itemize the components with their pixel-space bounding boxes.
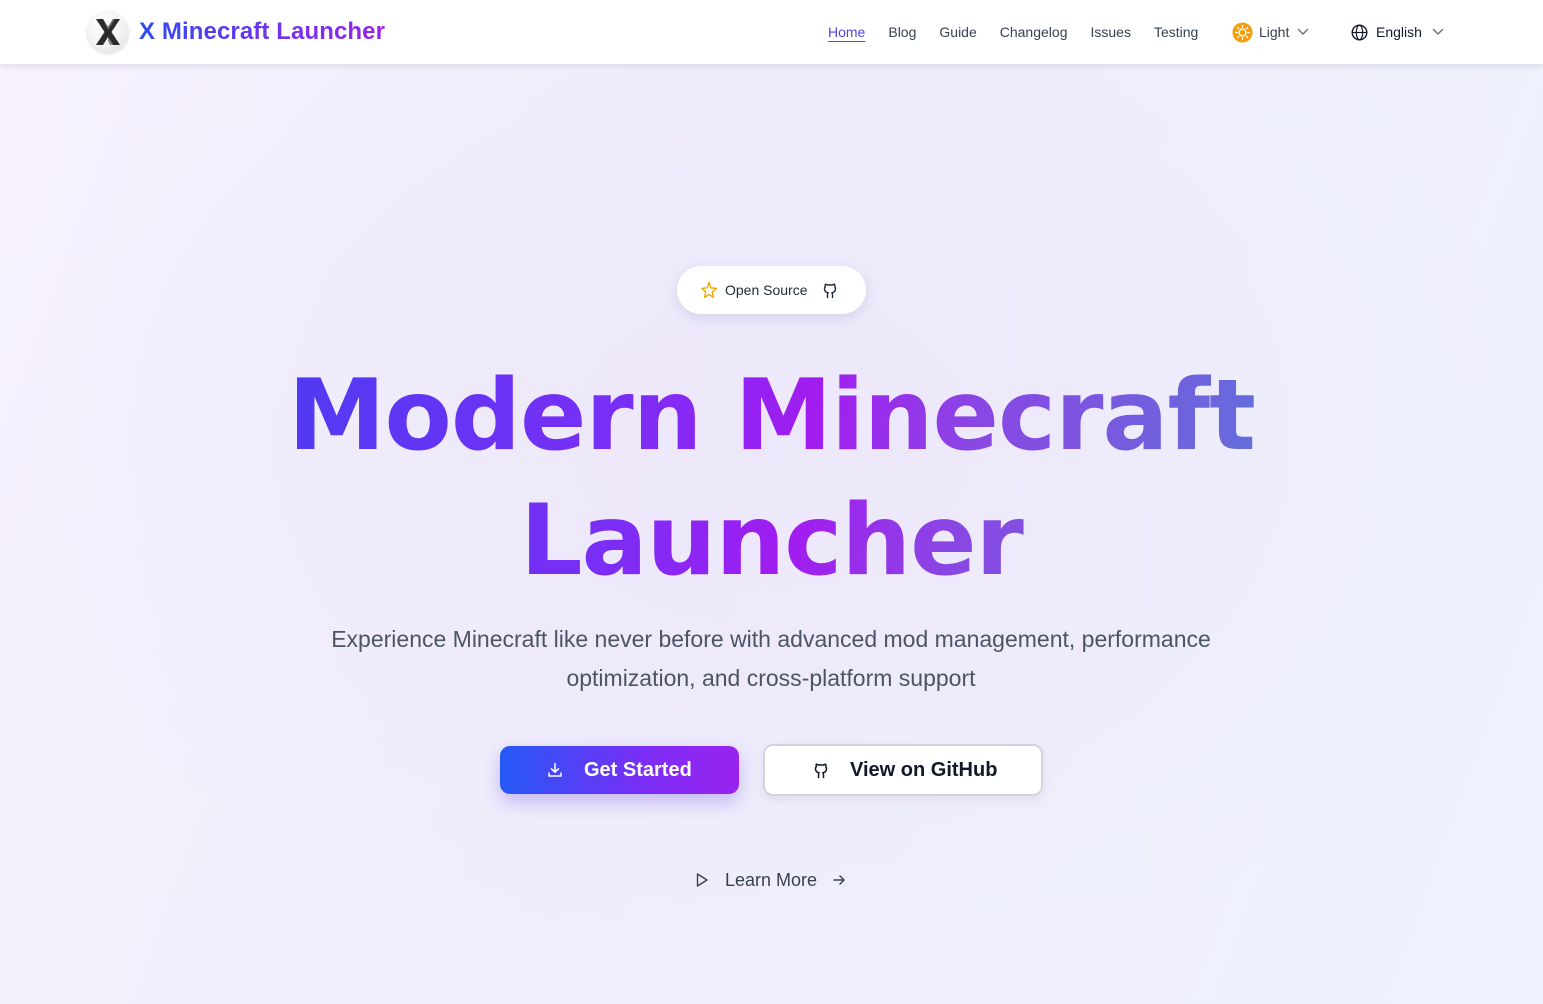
- main-nav: Home Blog Guide Changelog Issues Testing: [828, 0, 1221, 64]
- learn-more-link[interactable]: Learn More: [694, 868, 846, 892]
- brand[interactable]: X Minecraft Launcher: [88, 12, 385, 52]
- theme-value: Light: [1259, 24, 1290, 40]
- github-icon: [814, 762, 828, 778]
- logo-x-icon: [96, 19, 120, 45]
- headline-line-2: Launcher: [520, 484, 1023, 598]
- nav-home[interactable]: Home: [828, 24, 865, 40]
- learn-more-label: Learn More: [725, 869, 818, 890]
- theme-select[interactable]: Light: [1232, 20, 1309, 44]
- chevron-down-icon: [1432, 28, 1444, 35]
- arrow-right-icon: [833, 875, 845, 885]
- hero-subtitle: Experience Minecraft like never before w…: [331, 626, 1211, 691]
- sun-icon: [1232, 22, 1253, 42]
- view-on-github-button[interactable]: View on GitHub: [763, 744, 1043, 796]
- badge-label: Open Source: [725, 282, 808, 298]
- nav-changelog[interactable]: Changelog: [1000, 24, 1068, 40]
- top-navbar: X Minecraft Launcher Home Blog Guide Cha…: [0, 0, 1543, 64]
- github-icon: [823, 283, 836, 298]
- view-on-github-label: View on GitHub: [850, 758, 998, 781]
- nav-testing[interactable]: Testing: [1154, 24, 1198, 40]
- hero-section: Open Source Modern Minecraft Launcher Ex…: [0, 64, 1543, 1004]
- nav-issues[interactable]: Issues: [1090, 24, 1130, 40]
- hero-headline: Modern Minecraft Launcher: [0, 354, 1543, 604]
- globe-icon: [1351, 23, 1368, 41]
- get-started-button[interactable]: Get Started: [500, 746, 739, 794]
- logo: [88, 12, 128, 52]
- chevron-down-icon: [1298, 28, 1309, 35]
- nav-blog[interactable]: Blog: [888, 24, 916, 40]
- get-started-label: Get Started: [584, 758, 692, 781]
- nav-guide[interactable]: Guide: [939, 24, 976, 40]
- sparkle-icon: [701, 281, 717, 299]
- headline-line-1: Modern Minecraft: [287, 359, 1256, 473]
- play-icon: [696, 873, 708, 887]
- brand-name: X Minecraft Launcher: [139, 18, 386, 45]
- language-value: English: [1376, 24, 1422, 40]
- download-icon: [548, 762, 562, 777]
- open-source-badge[interactable]: Open Source: [677, 266, 866, 314]
- language-select[interactable]: English: [1351, 20, 1444, 44]
